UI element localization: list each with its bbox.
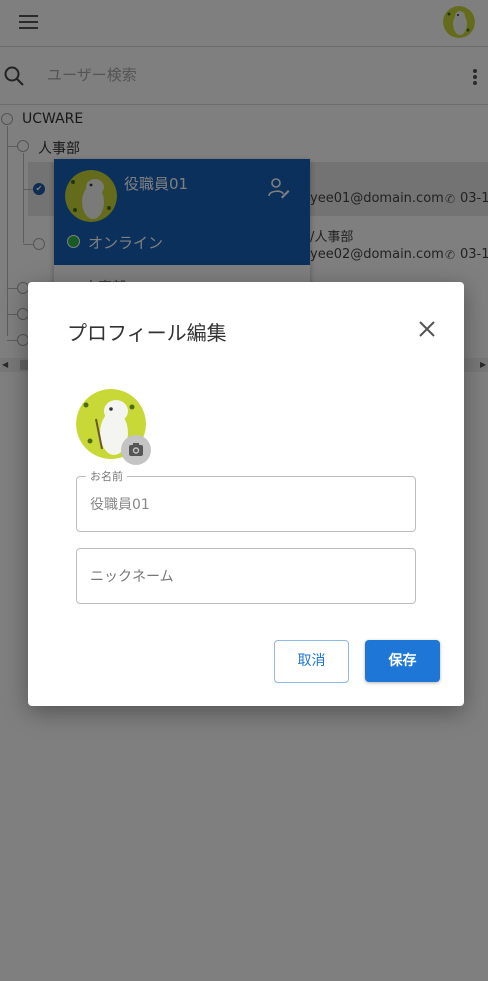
name-field[interactable]: お名前 役職員01 — [76, 468, 416, 532]
save-button[interactable]: 保存 — [365, 640, 440, 682]
camera-icon[interactable] — [121, 435, 151, 465]
dialog-title: プロフィール編集 — [67, 321, 227, 345]
nickname-placeholder: ニックネーム — [90, 569, 174, 585]
profile-edit-dialog: プロフィール編集 お名前 役職員01 ニックネーム 取消 保存 — [28, 282, 464, 706]
name-field-label: お名前 — [86, 468, 127, 484]
cancel-button[interactable]: 取消 — [274, 640, 349, 683]
nickname-field[interactable]: ニックネーム — [76, 548, 416, 604]
close-icon[interactable] — [418, 320, 436, 338]
name-field-value: 役職員01 — [90, 497, 150, 513]
